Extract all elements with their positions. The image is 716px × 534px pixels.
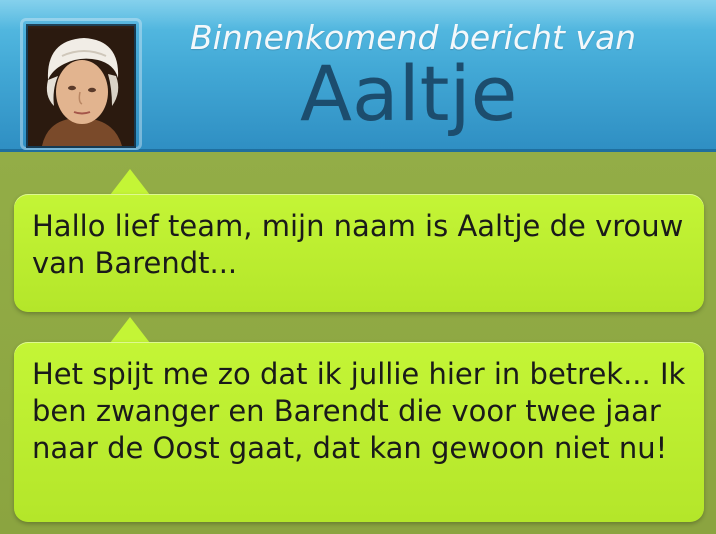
portrait-woman-icon [28, 26, 134, 146]
message-text: Hallo lief team, mijn naam is Aaltje de … [32, 209, 684, 280]
message-bubble: Het spijt me zo dat ik jullie hier in be… [14, 342, 704, 522]
speech-bubble-tail [110, 317, 150, 343]
message-text: Het spijt me zo dat ik jullie hier in be… [32, 357, 686, 465]
avatar [26, 24, 136, 148]
sender-name: Aaltje [300, 49, 518, 138]
message-header: Binnenkomend bericht van Aaltje [0, 0, 716, 152]
speech-bubble-tail [110, 169, 150, 195]
message-bubble: Hallo lief team, mijn naam is Aaltje de … [14, 194, 704, 312]
